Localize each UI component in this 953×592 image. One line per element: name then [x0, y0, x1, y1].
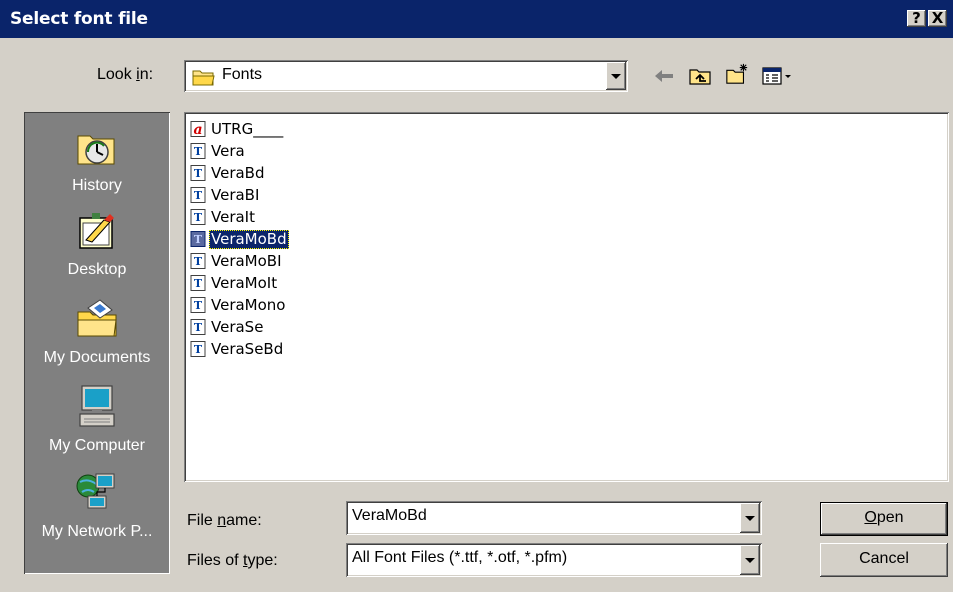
svg-text:T: T: [194, 321, 203, 334]
place-my-computer[interactable]: My Computer: [24, 382, 170, 455]
window-title: Select font file: [10, 9, 148, 29]
file-type-dropdown-button[interactable]: [740, 545, 760, 575]
file-item[interactable]: T VeraMoIt: [190, 272, 279, 294]
truetype-font-icon: T: [190, 253, 206, 269]
title-bar[interactable]: Select font file ? X: [0, 0, 953, 38]
file-name: VeraIt: [211, 207, 255, 226]
file-name: VeraSe: [211, 317, 264, 336]
truetype-font-icon: T: [190, 231, 206, 247]
file-name-value: VeraMoBd: [352, 507, 427, 524]
file-item[interactable]: T VeraSe: [190, 316, 265, 338]
file-item-selected[interactable]: T VeraMoBd: [190, 228, 289, 250]
my-computer-icon: [79, 385, 115, 427]
truetype-font-icon: T: [190, 209, 206, 225]
adobe-font-icon: a: [190, 121, 206, 137]
truetype-font-icon: T: [190, 341, 206, 357]
place-my-documents[interactable]: My Documents: [24, 296, 170, 367]
look-in-value: Fonts: [222, 66, 263, 83]
svg-text:T: T: [194, 211, 203, 224]
folder-icon: [192, 70, 215, 86]
place-my-network[interactable]: My Network P...: [24, 470, 170, 541]
file-name: VeraSeBd: [211, 339, 284, 358]
open-button[interactable]: Open: [820, 502, 948, 536]
truetype-font-icon: T: [190, 297, 206, 313]
place-history-label: History: [72, 177, 122, 194]
file-item[interactable]: T VeraMoBI: [190, 250, 284, 272]
file-item[interactable]: T VeraBd: [190, 162, 267, 184]
svg-text:a: a: [193, 122, 202, 137]
file-type-value: All Font Files (*.ttf, *.otf, *.pfm): [352, 549, 568, 566]
svg-text:T: T: [194, 167, 203, 180]
file-name: VeraBI: [211, 185, 260, 204]
places-bar: History Desktop My Documents My Computer: [24, 112, 170, 574]
file-type-select[interactable]: All Font Files (*.ttf, *.otf, *.pfm): [346, 543, 762, 577]
up-one-level-icon[interactable]: [688, 64, 714, 88]
place-desktop[interactable]: Desktop: [24, 208, 170, 279]
file-name-label: File name:: [187, 512, 262, 529]
look-in-label: Look in:: [97, 66, 154, 83]
file-name: VeraMoIt: [211, 273, 278, 292]
view-menu-icon[interactable]: [760, 64, 800, 88]
svg-text:T: T: [194, 343, 203, 356]
truetype-font-icon: T: [190, 187, 206, 203]
desktop-icon: [79, 213, 114, 249]
file-item[interactable]: T VeraIt: [190, 206, 257, 228]
file-type-label: Files of type:: [187, 552, 278, 569]
truetype-font-icon: T: [190, 143, 206, 159]
place-my-computer-label: My Computer: [48, 437, 146, 454]
new-folder-icon[interactable]: [724, 62, 750, 86]
file-name: VeraMono: [211, 295, 286, 314]
file-list[interactable]: a UTRG____ T Vera T VeraBd T VeraBI T Ve…: [184, 112, 949, 482]
file-name-dropdown-button[interactable]: [740, 503, 760, 533]
file-name: UTRG____: [211, 119, 284, 138]
cancel-button[interactable]: Cancel: [820, 543, 948, 577]
svg-text:T: T: [194, 277, 203, 290]
file-item[interactable]: T VeraSeBd: [190, 338, 285, 360]
history-icon: [77, 135, 115, 165]
look-in-combo[interactable]: Fonts: [184, 60, 628, 92]
file-item[interactable]: a UTRG____: [190, 118, 285, 140]
truetype-font-icon: T: [190, 165, 206, 181]
svg-text:T: T: [194, 233, 203, 246]
help-button[interactable]: ?: [907, 10, 926, 27]
place-my-documents-label: My Documents: [43, 349, 151, 366]
file-name-field[interactable]: VeraMoBd: [346, 501, 762, 535]
close-button[interactable]: X: [928, 10, 947, 27]
svg-text:T: T: [194, 145, 203, 158]
file-item[interactable]: T VeraBI: [190, 184, 261, 206]
svg-text:T: T: [194, 255, 203, 268]
my-network-places-icon: [76, 473, 115, 509]
look-in-dropdown-button[interactable]: [606, 62, 626, 90]
svg-text:T: T: [194, 189, 203, 202]
file-name: VeraMoBI: [211, 251, 282, 270]
file-item[interactable]: T VeraMono: [190, 294, 288, 316]
my-documents-icon: [77, 299, 117, 337]
file-name: VeraBd: [211, 163, 265, 182]
place-history[interactable]: History: [24, 124, 170, 195]
file-name: VeraMoBd: [209, 229, 289, 249]
svg-text:T: T: [194, 299, 203, 312]
file-name: Vera: [211, 141, 245, 160]
place-desktop-label: Desktop: [67, 261, 127, 278]
file-item[interactable]: T Vera: [190, 140, 247, 162]
truetype-font-icon: T: [190, 319, 206, 335]
back-arrow-icon[interactable]: [652, 64, 678, 88]
place-my-network-label: My Network P...: [41, 523, 153, 540]
truetype-font-icon: T: [190, 275, 206, 291]
